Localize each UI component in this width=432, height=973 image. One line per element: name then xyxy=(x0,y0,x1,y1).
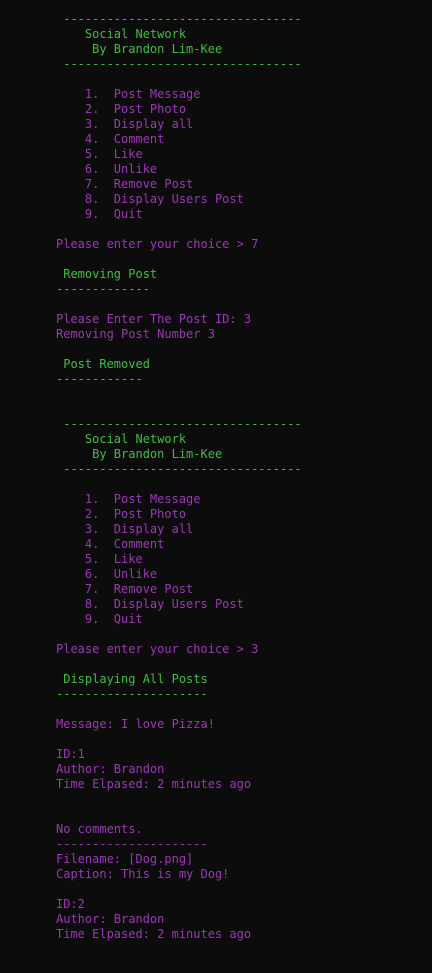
console-output: --------------------------------- Social… xyxy=(0,0,432,973)
console-line: 4. Comment xyxy=(56,537,165,551)
console-line: 9. Quit xyxy=(56,612,143,626)
console-line: --------------------- xyxy=(56,837,208,851)
console-line: Please enter your choice > 7 xyxy=(56,237,259,251)
console-line: Please enter your choice > 3 xyxy=(56,642,259,656)
console-line: 3. Display all xyxy=(56,117,194,131)
console-line: Removing Post Number 3 xyxy=(56,327,215,341)
console-line: Message: I love Pizza! xyxy=(56,717,215,731)
console-line: ------------ xyxy=(56,372,143,386)
console-line: 1. Post Message xyxy=(56,492,201,506)
console-line: Author: Brandon xyxy=(56,912,165,926)
console-line: 7. Remove Post xyxy=(56,582,194,596)
console-line: --------------------- xyxy=(56,687,208,701)
console-line: ID:2 xyxy=(56,897,85,911)
console-line: 9. Quit xyxy=(56,207,143,221)
console-line: 6. Unlike xyxy=(56,162,158,176)
console-line: 4. Comment xyxy=(56,132,165,146)
console-line: 6. Unlike xyxy=(56,567,158,581)
console-line: --------------------------------- xyxy=(56,57,302,71)
console-line: By Brandon Lim-Kee xyxy=(56,42,223,56)
console-line: Social Network xyxy=(56,27,187,41)
console-line: Please Enter The Post ID: 3 xyxy=(56,312,252,326)
console-line: Time Elpased: 2 minutes ago xyxy=(56,777,252,791)
console-line: Author: Brandon xyxy=(56,762,165,776)
console-line: 2. Post Photo xyxy=(56,507,187,521)
console-line: Caption: This is my Dog! xyxy=(56,867,230,881)
console-line: Social Network xyxy=(56,432,187,446)
console-line: Time Elpased: 2 minutes ago xyxy=(56,927,252,941)
console-line: ------------- xyxy=(56,282,150,296)
console-line: Post Removed xyxy=(56,357,150,371)
console-line: --------------------------------- xyxy=(56,417,302,431)
console-line: 3. Display all xyxy=(56,522,194,536)
console-line: No comments. xyxy=(56,822,143,836)
console-line: 8. Display Users Post xyxy=(56,192,244,206)
console-line: Removing Post xyxy=(56,267,158,281)
console-line: Filename: [Dog.png] xyxy=(56,852,194,866)
console-line: ID:1 xyxy=(56,747,85,761)
console-line: 7. Remove Post xyxy=(56,177,194,191)
console-line: By Brandon Lim-Kee xyxy=(56,447,223,461)
console-line: 2. Post Photo xyxy=(56,102,187,116)
console-line: Displaying All Posts xyxy=(56,672,208,686)
console-line: --------------------------------- xyxy=(56,12,302,26)
console-line: 5. Like xyxy=(56,552,143,566)
console-line: 5. Like xyxy=(56,147,143,161)
console-line: --------------------------------- xyxy=(56,462,302,476)
console-line: 8. Display Users Post xyxy=(56,597,244,611)
console-line: 1. Post Message xyxy=(56,87,201,101)
